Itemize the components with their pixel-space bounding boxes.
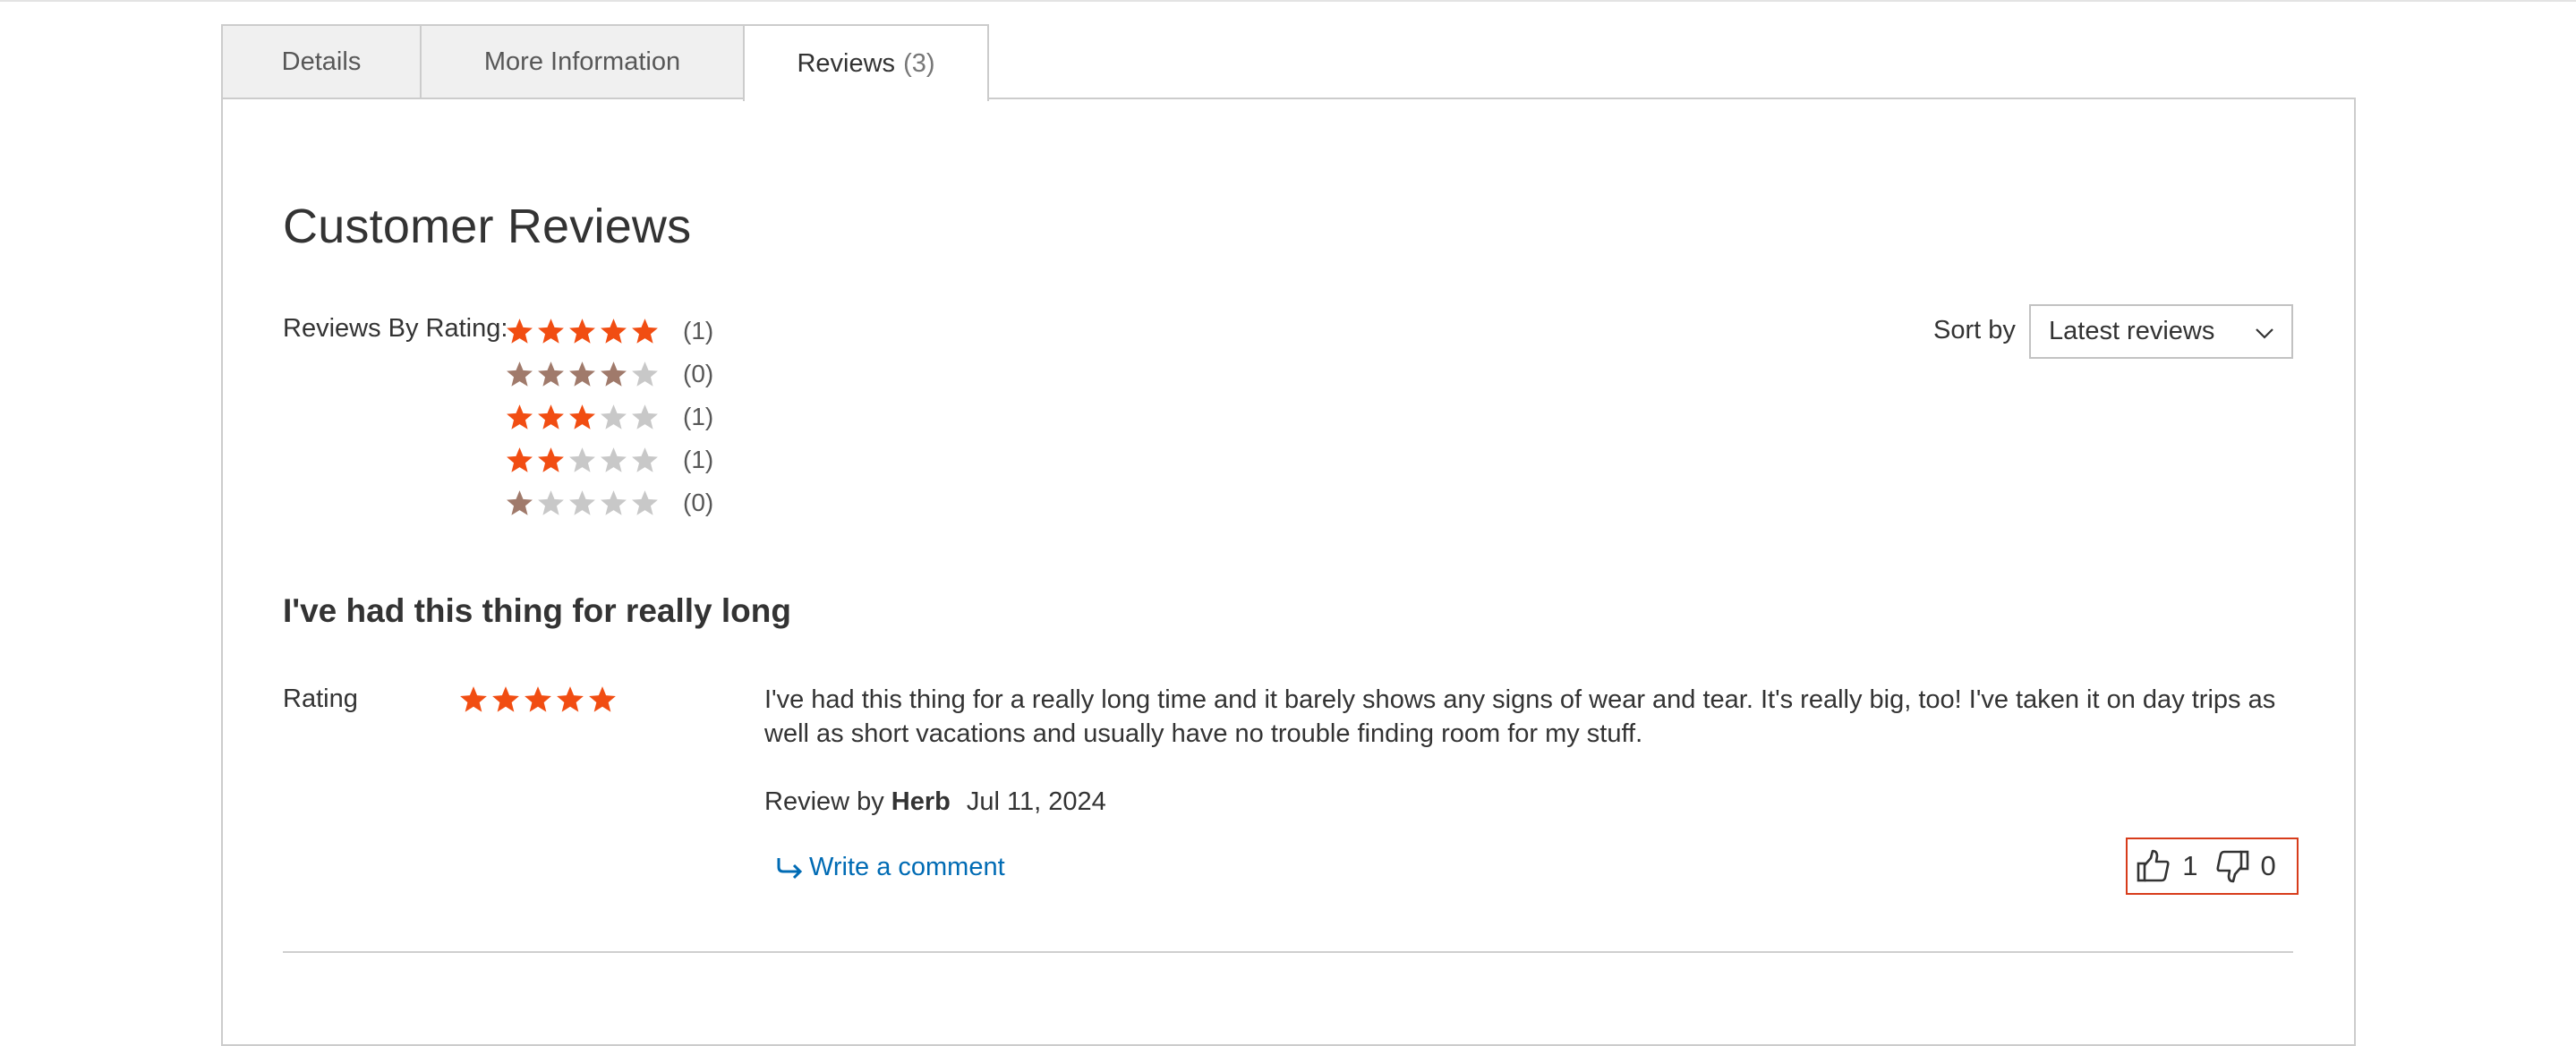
- tab-details[interactable]: Details: [221, 24, 422, 99]
- star-icon: [569, 446, 595, 472]
- rating-row-3-stars[interactable]: (1): [505, 399, 713, 435]
- star-icon: [538, 318, 564, 344]
- star-icon: [569, 404, 595, 429]
- rating-stars: [505, 360, 661, 389]
- star-icon: [632, 404, 658, 429]
- helpful-vote-button[interactable]: 1: [2136, 848, 2210, 884]
- review-text: I've had this thing for a really long ti…: [764, 685, 2276, 748]
- star-icon: [632, 446, 658, 472]
- tab-details-label: Details: [281, 47, 362, 76]
- star-icon: [632, 318, 658, 344]
- rating-count[interactable]: (1): [683, 446, 713, 474]
- top-border: [0, 0, 2576, 2]
- review-votes: 1 0: [2126, 838, 2299, 895]
- rating-row-4-stars[interactable]: (0): [505, 356, 713, 392]
- rating-count[interactable]: (1): [683, 317, 713, 345]
- rating-row-2-stars[interactable]: (1): [505, 442, 713, 478]
- star-icon: [557, 686, 584, 712]
- sort-selected-value: Latest reviews: [2049, 317, 2215, 345]
- star-icon: [492, 686, 519, 712]
- customer-reviews-heading: Customer Reviews: [283, 200, 692, 253]
- tab-more-information[interactable]: More Information: [420, 24, 745, 99]
- star-icon: [507, 318, 533, 344]
- star-icon: [569, 361, 595, 387]
- review-meta: Review by Herb Jul 11, 2024: [764, 787, 1106, 817]
- tab-reviews-label: Reviews: [797, 48, 896, 78]
- review-date: Jul 11, 2024: [966, 787, 1106, 816]
- star-icon: [589, 686, 616, 712]
- star-icon: [507, 361, 533, 387]
- star-icon: [525, 686, 551, 712]
- review-by-label: Review by: [764, 787, 884, 816]
- star-icon: [601, 489, 627, 515]
- write-comment-link[interactable]: Write a comment: [773, 853, 1005, 882]
- helpful-count: 1: [2182, 850, 2198, 881]
- review-title: I've had this thing for really long: [283, 592, 791, 629]
- unhelpful-vote-button[interactable]: 0: [2214, 848, 2289, 884]
- thumbs-up-icon: [2137, 849, 2170, 882]
- star-icon: [460, 686, 487, 712]
- star-icon: [538, 489, 564, 515]
- rating-row-1-star[interactable]: (0): [505, 485, 713, 521]
- rating-count[interactable]: (0): [683, 489, 713, 517]
- star-icon: [538, 446, 564, 472]
- star-icon: [507, 404, 533, 429]
- reviews-by-rating-label: Reviews By Rating:: [283, 314, 508, 343]
- rating-stars: [505, 446, 661, 475]
- rating-stars: [505, 403, 661, 432]
- review-rating-label: Rating: [283, 685, 358, 713]
- star-icon: [632, 489, 658, 515]
- write-comment-label: Write a comment: [809, 853, 1005, 881]
- star-icon: [601, 361, 627, 387]
- tab-more-information-label: More Information: [483, 47, 681, 76]
- star-icon: [569, 318, 595, 344]
- star-icon: [632, 361, 658, 387]
- review-author: Herb: [891, 787, 951, 816]
- unhelpful-count: 0: [2260, 850, 2276, 881]
- rating-stars: [505, 489, 661, 518]
- sort-by-label: Sort by: [1933, 316, 2016, 344]
- rating-stars: [505, 317, 661, 346]
- reply-arrow-icon: [777, 857, 803, 879]
- tab-reviews[interactable]: Reviews (3): [743, 24, 989, 101]
- star-icon: [601, 446, 627, 472]
- review-rating-stars: [458, 685, 619, 715]
- thumbs-down-icon: [2215, 850, 2248, 883]
- star-icon: [601, 404, 627, 429]
- review-divider: [283, 951, 2293, 953]
- sort-select[interactable]: Latest reviews: [2029, 304, 2293, 359]
- rating-count[interactable]: (0): [683, 360, 713, 388]
- star-icon: [601, 318, 627, 344]
- star-icon: [569, 489, 595, 515]
- chevron-down-icon: [2256, 328, 2273, 339]
- rating-row-5-stars[interactable]: (1): [505, 313, 713, 349]
- rating-count[interactable]: (1): [683, 403, 713, 431]
- star-icon: [538, 404, 564, 429]
- star-icon: [538, 361, 564, 387]
- star-icon: [507, 489, 533, 515]
- star-icon: [507, 446, 533, 472]
- tab-reviews-count: (3): [903, 48, 935, 78]
